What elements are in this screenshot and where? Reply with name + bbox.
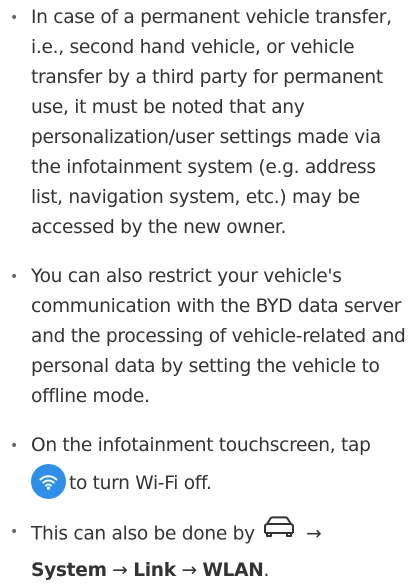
bullet-item-offline-mode: • You can also restrict your vehicle's c… bbox=[0, 262, 411, 412]
wifi-icon bbox=[31, 464, 66, 499]
bullet-marker: • bbox=[10, 10, 18, 26]
bullet-text: In case of a permanent vehicle transfer,… bbox=[31, 7, 392, 238]
path-arrow: → bbox=[112, 560, 128, 581]
car-icon bbox=[262, 514, 296, 548]
wifi-instruction-line: to turn Wi-Fi off. bbox=[31, 464, 411, 501]
bullet-text-before: This can also be done by bbox=[31, 523, 255, 545]
bullet-item-wlan-path: • This can also be done by → System → Li… bbox=[0, 514, 411, 586]
path-arrow: → bbox=[306, 523, 322, 545]
manual-page: • In case of a permanent vehicle transfe… bbox=[0, 0, 417, 581]
path-wlan: WLAN bbox=[202, 560, 264, 581]
bullet-marker: • bbox=[10, 269, 18, 285]
path-link: Link bbox=[133, 560, 176, 581]
path-system: System bbox=[31, 560, 107, 581]
bullet-marker: • bbox=[10, 438, 18, 454]
bullet-item-wifi-off: • On the infotainment touchscreen, tap t… bbox=[0, 431, 411, 501]
path-arrow: → bbox=[181, 560, 197, 581]
bullet-item-vehicle-transfer: • In case of a permanent vehicle transfe… bbox=[0, 3, 411, 243]
bullet-marker: • bbox=[10, 524, 18, 540]
bullet-text-before: On the infotainment touchscreen, tap bbox=[31, 435, 371, 456]
bullet-text: You can also restrict your vehicle's com… bbox=[31, 266, 406, 407]
bullet-text-after: to turn Wi-Fi off. bbox=[69, 473, 212, 494]
sentence-end: . bbox=[263, 560, 270, 581]
